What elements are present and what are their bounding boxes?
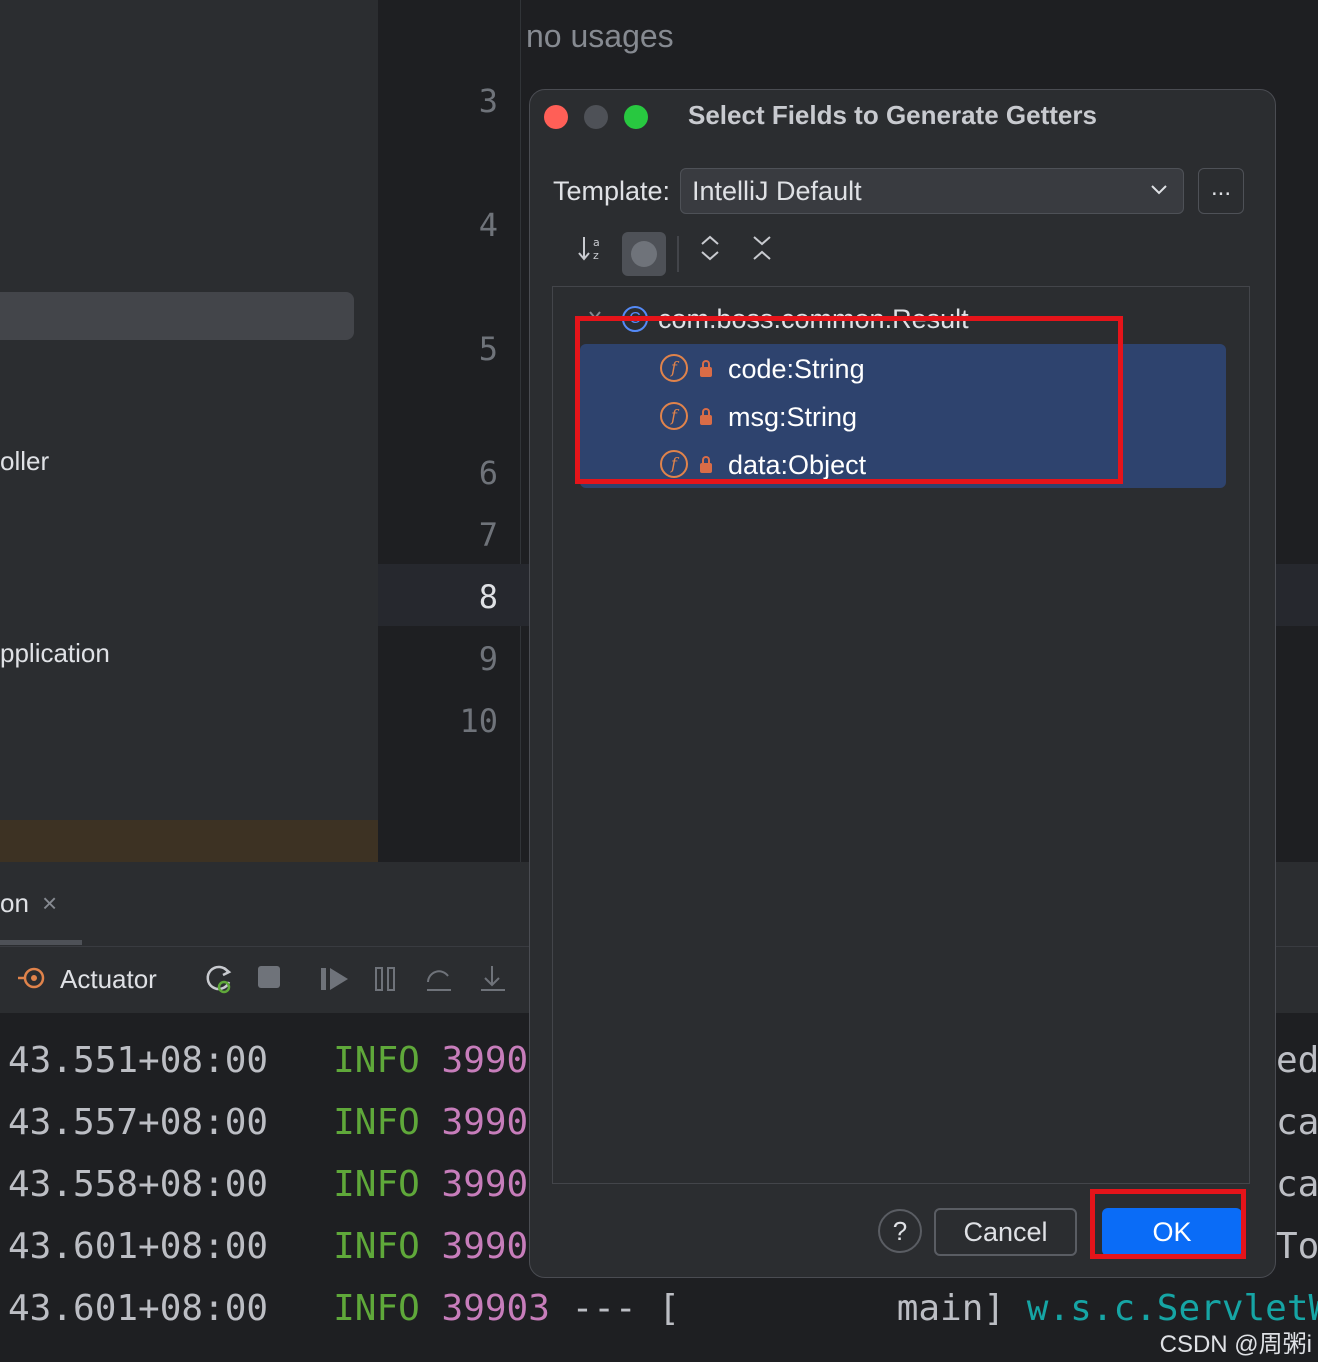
- template-more-button[interactable]: ...: [1198, 168, 1244, 214]
- sort-alphabetically-icon[interactable]: az: [570, 232, 614, 276]
- cancel-button[interactable]: Cancel: [934, 1208, 1077, 1256]
- stop-icon[interactable]: [256, 962, 282, 995]
- project-item-controller[interactable]: oller: [0, 446, 49, 477]
- log-line: 43.601+08:00 INFO 39903: [8, 1226, 550, 1267]
- run-tab-label[interactable]: on: [0, 888, 29, 919]
- log-line: 43.601+08:00 INFO 39903 --- [ main] w.s.…: [8, 1288, 1318, 1329]
- line-number: 10: [459, 702, 498, 740]
- project-selected-item[interactable]: [0, 292, 354, 340]
- line-number: 7: [478, 516, 498, 554]
- actuator-tab[interactable]: Actuator: [60, 964, 157, 995]
- collapse-all-icon[interactable]: [740, 232, 784, 276]
- svg-text:z: z: [593, 249, 599, 262]
- close-icon[interactable]: ×: [42, 888, 57, 919]
- minimize-window-button[interactable]: [584, 105, 608, 129]
- log-tail: Tom: [1276, 1226, 1318, 1267]
- project-item-application[interactable]: pplication: [0, 638, 110, 669]
- line-number: 9: [478, 640, 498, 678]
- toolbar-separator: [677, 236, 679, 272]
- log-tail: edc: [1276, 1040, 1318, 1081]
- line-number: 3: [478, 82, 498, 120]
- svg-text:a: a: [593, 236, 600, 249]
- line-number: 6: [478, 454, 498, 492]
- expand-all-icon[interactable]: [688, 232, 732, 276]
- step-over-icon[interactable]: [424, 962, 454, 1001]
- actuator-icon[interactable]: [16, 962, 48, 1001]
- annotation-highlight-box: [1090, 1189, 1246, 1259]
- template-dropdown-value: IntelliJ Default: [692, 176, 862, 206]
- inlay-hint-usages[interactable]: no usages: [526, 18, 674, 55]
- project-pane: [0, 0, 378, 862]
- close-window-button[interactable]: [544, 105, 568, 129]
- log-line: 43.558+08:00 INFO 39903: [8, 1164, 550, 1205]
- template-label: Template:: [553, 176, 671, 206]
- annotation-highlight-box: [575, 316, 1123, 484]
- step-into-icon[interactable]: [478, 962, 508, 1001]
- rerun-debug-icon[interactable]: [202, 962, 236, 1003]
- log-tail: cal: [1276, 1102, 1318, 1143]
- log-line: 43.551+08:00 INFO 39903: [8, 1040, 550, 1081]
- line-number-current: 8: [478, 578, 498, 616]
- log-tail: cal: [1276, 1164, 1318, 1205]
- show-classes-toggle-icon[interactable]: [622, 232, 666, 276]
- pause-icon[interactable]: [372, 962, 400, 1001]
- active-tab-indicator: [0, 940, 82, 945]
- resume-icon[interactable]: [318, 962, 350, 1001]
- line-number: 4: [478, 206, 498, 244]
- zoom-window-button[interactable]: [624, 105, 648, 129]
- project-pane-footer: [0, 820, 378, 862]
- watermark: CSDN @周粥i: [1159, 1331, 1312, 1358]
- line-number: 5: [478, 330, 498, 368]
- log-line: 43.557+08:00 INFO 39903: [8, 1102, 550, 1143]
- dialog-title: Select Fields to Generate Getters: [688, 100, 1097, 130]
- help-button[interactable]: ?: [878, 1209, 922, 1253]
- chevron-down-icon[interactable]: [1150, 178, 1168, 204]
